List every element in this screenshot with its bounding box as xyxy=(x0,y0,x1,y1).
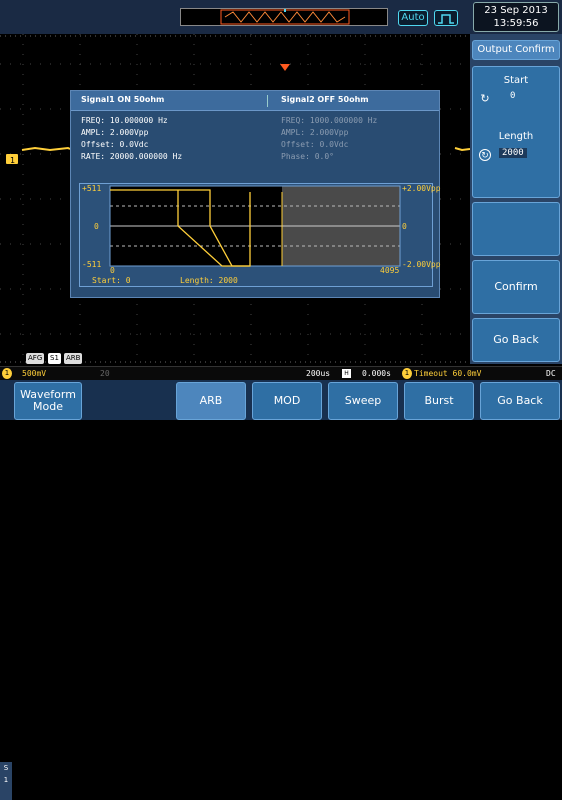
plot-right-bot-label: -2.00Vpp xyxy=(402,260,441,269)
side-s-label: S xyxy=(3,764,9,772)
ch2-scale[interactable]: 20 xyxy=(100,368,110,380)
header-divider xyxy=(267,95,268,107)
variable-knob-icon: ↻ xyxy=(480,92,490,105)
plot-right-top-label: +2.00Vpp xyxy=(402,184,441,193)
length-label: Length xyxy=(498,131,534,142)
signal2-ampl: AMPL: 2.000Vpp xyxy=(281,128,349,137)
active-knob-icon: ↻ xyxy=(479,149,491,161)
auto-trigger-indicator[interactable]: Auto xyxy=(398,10,428,26)
date-text: 23 Sep 2013 xyxy=(484,5,548,16)
side-indicator: S 1 xyxy=(0,762,12,800)
go-back-button[interactable]: Go Back xyxy=(472,318,560,362)
signal2-title: Signal2 OFF 50ohm xyxy=(281,95,369,104)
output-confirm-title: Output Confirm xyxy=(472,40,560,60)
sweep-button[interactable]: Sweep xyxy=(328,382,398,420)
confirm-button[interactable]: Confirm xyxy=(472,260,560,314)
signal2-offset: Offset: 0.0Vdc xyxy=(281,140,349,149)
signal1-rate: RATE: 20000.000000 Hz xyxy=(81,152,183,161)
signal2-freq: FREQ: 1000.000000 Hz xyxy=(281,116,378,125)
arb-waveform-preview: +511 0 -511 0 4095 +2.00Vpp 0 -2.00Vpp S… xyxy=(79,183,441,287)
go-back-menu-button[interactable]: Go Back xyxy=(480,382,560,420)
plot-right-mid-label: 0 xyxy=(402,222,407,231)
timebase-value[interactable]: 200us xyxy=(306,368,330,380)
trigger-source-icon: 1 xyxy=(402,368,412,379)
waveform-mode-button[interactable]: Waveform Mode xyxy=(14,382,82,420)
start-value[interactable]: 0 xyxy=(507,91,518,101)
side-1-label: 1 xyxy=(3,776,9,784)
trigger-position-marker[interactable] xyxy=(280,64,290,71)
time-text: 13:59:56 xyxy=(493,18,539,29)
signal1-title: Signal1 ON 50ohm xyxy=(81,95,165,104)
softkey-panel: Output Confirm Start ↻ 0 Length ↻ 2000 C… xyxy=(470,34,562,364)
signal1-ampl: AMPL: 2.000Vpp xyxy=(81,128,149,137)
dialog-header: Signal1 ON 50ohm Signal2 OFF 50ohm xyxy=(71,91,439,111)
start-label: Start xyxy=(503,75,529,86)
start-length-group[interactable]: Start ↻ 0 Length ↻ 2000 xyxy=(472,66,560,198)
ch1-scale[interactable]: 500mV xyxy=(22,368,46,380)
channel-info-bar: 1 500mV 20 200us H 0.000s 1 Timeout 60.0… xyxy=(0,366,562,380)
plot-ytop-label: +511 xyxy=(82,184,102,193)
svg-text:1: 1 xyxy=(10,156,15,165)
signal1-freq: FREQ: 10.000000 Hz xyxy=(81,116,168,125)
plot-xend-label: 4095 xyxy=(380,266,400,275)
plot-start-label: Start: 0 xyxy=(92,276,131,285)
length-value[interactable]: 2000 xyxy=(499,148,527,158)
arb-button[interactable]: ARB xyxy=(176,382,246,420)
plot-ybot-label: -511 xyxy=(82,260,102,269)
signal1-offset: Offset: 0.0Vdc xyxy=(81,140,149,149)
empty-softkey[interactable] xyxy=(472,202,560,256)
plot-xstart-label: 0 xyxy=(110,266,115,275)
bottom-menu: S 1 Waveform Mode ARB MOD Sweep Burst Go… xyxy=(0,380,562,800)
pulse-icon[interactable] xyxy=(434,10,458,26)
memory-overview xyxy=(180,8,388,26)
afg-status-row: AFG S1 ARB xyxy=(0,352,470,366)
afg-badge: AFG xyxy=(26,353,45,364)
ch1-marker-icon: 1 xyxy=(2,368,12,379)
plot-ymid-label: 0 xyxy=(94,222,99,231)
delay-value[interactable]: 0.000s xyxy=(362,368,391,380)
trigger-status[interactable]: Timeout 60.0mV xyxy=(414,368,481,380)
horizontal-position-icon: H xyxy=(342,369,351,378)
mod-button[interactable]: MOD xyxy=(252,382,322,420)
top-status-bar: Auto 23 Sep 2013 13:59:56 xyxy=(0,0,562,34)
date-time-display: 23 Sep 2013 13:59:56 xyxy=(473,2,559,32)
burst-button[interactable]: Burst xyxy=(404,382,474,420)
arb-badge: ARB xyxy=(64,353,83,364)
s1-badge: S1 xyxy=(48,353,61,364)
output-confirm-dialog: Signal1 ON 50ohm Signal2 OFF 50ohm FREQ:… xyxy=(70,90,441,298)
signal2-phase: Phase: 0.0° xyxy=(281,152,334,161)
plot-length-label: Length: 2000 xyxy=(180,276,238,285)
coupling-value[interactable]: DC xyxy=(546,368,556,380)
